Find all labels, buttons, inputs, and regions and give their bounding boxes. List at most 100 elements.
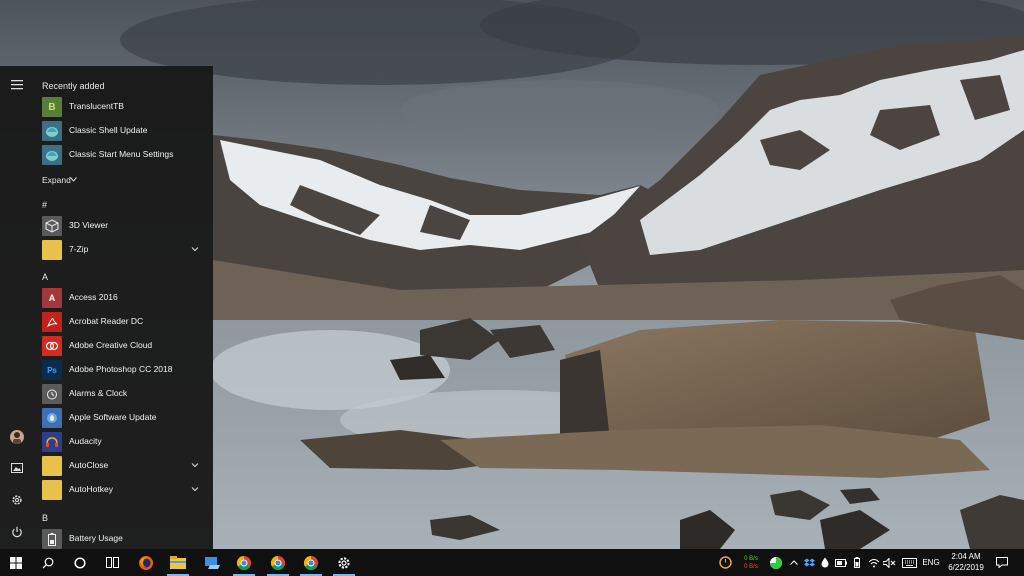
water-drop-icon xyxy=(821,557,829,568)
task-view-icon xyxy=(105,557,119,568)
app-item-audacity[interactable]: Audacity xyxy=(33,430,213,454)
taskbar: 0 B/s 0 B/s ENG 2:04 AM 6/22/2019 xyxy=(0,549,1024,576)
chrome-icon xyxy=(236,555,251,570)
network-speed-meter[interactable]: 0 B/s 0 B/s xyxy=(738,549,764,576)
app-label: Alarms & Clock xyxy=(69,388,128,398)
folder-icon xyxy=(42,240,62,260)
taskbar-chrome-canary[interactable] xyxy=(262,549,294,576)
app-label: 7-Zip xyxy=(69,244,89,254)
battery-usage-icon xyxy=(42,529,62,549)
app-label: Apple Software Update xyxy=(69,412,157,422)
chevron-down-icon[interactable] xyxy=(190,244,200,254)
pictures-button[interactable] xyxy=(0,453,33,483)
power-button[interactable] xyxy=(0,517,33,547)
dropbox-icon xyxy=(803,558,815,566)
taskbar-settings[interactable] xyxy=(328,549,360,576)
app-item-battery-usage[interactable]: Battery Usage xyxy=(33,527,213,549)
recently-added-header: Recently added xyxy=(42,81,105,91)
chevron-up-icon xyxy=(790,560,798,565)
chevron-down-icon[interactable] xyxy=(190,484,200,494)
task-view-button[interactable] xyxy=(96,549,128,576)
chevron-down-icon[interactable] xyxy=(190,460,200,470)
app-label: Acrobat Reader DC xyxy=(69,316,144,326)
expand-button[interactable]: Expand xyxy=(33,170,213,188)
chevron-down-icon xyxy=(70,177,77,182)
search-button[interactable] xyxy=(32,549,64,576)
app-label: 3D Viewer xyxy=(69,220,109,230)
wifi-icon xyxy=(868,558,880,567)
app-item-autohotkey[interactable]: AutoHotkey xyxy=(33,478,213,502)
classic-start-icon xyxy=(42,145,62,165)
net-upload-speed: 0 B/s xyxy=(744,555,758,562)
file-explorer-icon xyxy=(170,556,186,569)
stopwatch-icon xyxy=(718,556,732,569)
tray-water-drop[interactable] xyxy=(818,549,832,576)
user-account-button[interactable] xyxy=(0,422,33,452)
taskbar-chrome[interactable] xyxy=(228,549,260,576)
search-icon xyxy=(42,557,54,568)
app-item-adobe-photoshop-cc-2018[interactable]: Ps Adobe Photoshop CC 2018 xyxy=(33,358,213,382)
pictures-icon xyxy=(10,463,23,473)
app-item-translucenttb[interactable]: B TranslucentTB xyxy=(33,95,213,119)
app-item-access-2016[interactable]: A Access 2016 xyxy=(33,286,213,310)
tray-green-app[interactable] xyxy=(767,549,785,576)
translucenttb-icon: B xyxy=(42,97,62,117)
tray-dropbox[interactable] xyxy=(802,549,816,576)
taskbar-chrome-alt[interactable] xyxy=(295,549,327,576)
apple-update-icon xyxy=(42,408,62,428)
app-item-apple-software-update[interactable]: Apple Software Update xyxy=(33,406,213,430)
notification-icon xyxy=(996,557,1008,568)
user-avatar xyxy=(9,430,24,444)
app-item-autoclose[interactable]: AutoClose xyxy=(33,454,213,478)
tray-wifi[interactable] xyxy=(867,549,881,576)
network-share-icon xyxy=(205,556,220,569)
action-center-button[interactable] xyxy=(992,549,1012,576)
settings-gear-icon xyxy=(11,495,22,505)
app-item-classic-start-menu-settings[interactable]: Classic Start Menu Settings xyxy=(33,143,213,167)
taskbar-firefox[interactable] xyxy=(130,549,162,576)
app-item-classic-shell-update[interactable]: Classic Shell Update xyxy=(33,119,213,143)
keyboard-icon xyxy=(901,557,917,568)
hamburger-menu-button[interactable] xyxy=(0,70,33,100)
hamburger-menu-icon xyxy=(10,80,23,90)
tray-battery-saver[interactable] xyxy=(834,549,848,576)
alarm-clock-icon xyxy=(42,384,62,404)
section-header-a[interactable]: A xyxy=(42,272,48,282)
app-item-adobe-creative-cloud[interactable]: Adobe Creative Cloud xyxy=(33,334,213,358)
app-item-alarms-clock[interactable]: Alarms & Clock xyxy=(33,382,213,406)
battery-charging-icon xyxy=(835,558,847,567)
show-hidden-icons-button[interactable] xyxy=(787,549,801,576)
chrome-alt-icon xyxy=(303,555,318,570)
settings-gear-icon xyxy=(338,556,350,569)
section-header-hash[interactable]: # xyxy=(42,200,47,210)
cortana-icon xyxy=(74,556,86,569)
start-menu: Recently added B TranslucentTB Classic S… xyxy=(0,66,213,549)
app-label: AutoHotkey xyxy=(69,484,113,494)
net-download-speed: 0 B/s xyxy=(744,563,758,570)
settings-button[interactable] xyxy=(0,485,33,515)
app-label: Adobe Photoshop CC 2018 xyxy=(69,364,173,374)
clock-time: 2:04 AM xyxy=(951,552,981,561)
firefox-icon xyxy=(139,555,153,570)
tray-clock-app[interactable] xyxy=(716,549,734,576)
app-item-acrobat-reader-dc[interactable]: Acrobat Reader DC xyxy=(33,310,213,334)
start-button[interactable] xyxy=(0,549,32,576)
access-icon: A xyxy=(42,288,62,308)
tray-touch-keyboard[interactable] xyxy=(900,549,918,576)
clock-button[interactable]: 2:04 AM 6/22/2019 xyxy=(936,551,996,573)
photoshop-icon: Ps xyxy=(42,360,62,380)
app-item-3d-viewer[interactable]: 3D Viewer xyxy=(33,214,213,238)
app-label: Adobe Creative Cloud xyxy=(69,340,153,350)
tray-battery[interactable] xyxy=(851,549,863,576)
taskbar-file-explorer[interactable] xyxy=(162,549,194,576)
app-item-7-zip[interactable]: 7-Zip xyxy=(33,238,213,262)
classic-shell-icon xyxy=(42,121,62,141)
tray-volume[interactable] xyxy=(882,549,896,576)
windows-start-icon xyxy=(10,556,22,569)
section-header-b[interactable]: B xyxy=(42,513,48,523)
power-icon xyxy=(11,526,22,538)
app-label: AutoClose xyxy=(69,460,109,470)
cortana-button[interactable] xyxy=(64,549,96,576)
taskbar-network-share[interactable] xyxy=(196,549,228,576)
chrome-canary-icon xyxy=(270,555,285,570)
